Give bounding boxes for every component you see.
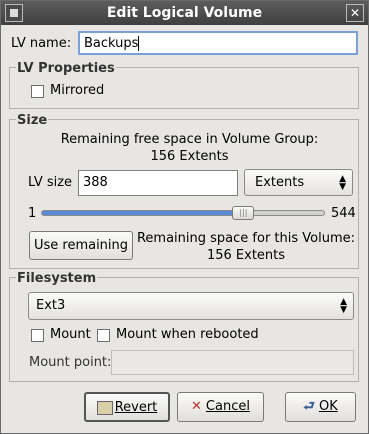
volume-remaining-text: Remaining space for this Volume: 156 Ext… <box>135 230 357 264</box>
revert-icon <box>96 400 113 415</box>
close-icon[interactable]: ✕ <box>346 4 364 22</box>
ok-button[interactable]: ⮐ OK <box>285 392 356 422</box>
size-slider-track[interactable] <box>41 210 325 216</box>
lv-name-label: LV name: <box>11 36 72 51</box>
mount-checkbox[interactable] <box>31 329 44 342</box>
revert-button[interactable]: Revert <box>84 392 170 422</box>
volume-remaining-line1: Remaining space for this Volume: <box>136 231 356 246</box>
mirrored-checkbox[interactable] <box>31 85 44 98</box>
window-menu-icon[interactable] <box>5 4 23 22</box>
combo-arrows-icon: ▲ ▼ <box>339 173 346 192</box>
vg-remaining-text: Remaining free space in Volume Group: 15… <box>11 131 368 165</box>
cancel-label: Cancel <box>205 399 250 414</box>
mount-when-rebooted-checkbox[interactable] <box>97 329 110 342</box>
combo-arrows-icon: ▲ ▼ <box>340 297 347 315</box>
volume-remaining-line2: 156 Extents <box>206 248 286 263</box>
slider-max-label: 544 <box>331 206 356 221</box>
mount-point-input[interactable] <box>111 350 354 375</box>
use-remaining-label: Use remaining <box>33 238 129 253</box>
mirrored-label: Mirrored <box>50 83 105 98</box>
vg-remaining-line1: Remaining free space in Volume Group: <box>60 132 319 147</box>
ok-label: OK <box>318 399 338 414</box>
unit-selected: Extents <box>255 175 305 190</box>
ok-icon: ⮐ <box>303 399 315 414</box>
size-title: Size <box>16 113 49 128</box>
vg-remaining-line2: 156 Extents <box>150 149 229 164</box>
lv-size-input[interactable]: 388 <box>78 170 238 196</box>
lv-properties-title: LV Properties <box>16 61 116 76</box>
dialog-window: Edit Logical Volume ✕ LV name: Backups L… <box>0 0 369 434</box>
filesystem-title: Filesystem <box>16 271 98 286</box>
window-title: Edit Logical Volume <box>106 5 263 21</box>
slider-min-label: 1 <box>28 206 37 221</box>
size-slider-fill <box>42 211 243 215</box>
mount-label: Mount <box>50 327 91 342</box>
filesystem-select[interactable]: Ext3 ▲ ▼ <box>28 292 354 320</box>
mount-when-rebooted-label: Mount when rebooted <box>116 327 259 342</box>
lv-size-value: 388 <box>83 175 108 190</box>
unit-select[interactable]: Extents ▲ ▼ <box>244 169 353 196</box>
cancel-button[interactable]: ✕ Cancel <box>177 392 264 422</box>
lv-name-value: Backups <box>84 36 139 51</box>
revert-label: Revert <box>114 400 158 415</box>
lv-size-label: LV size <box>28 175 73 190</box>
use-remaining-button[interactable]: Use remaining <box>29 231 133 260</box>
size-slider-thumb[interactable]: ||| <box>232 206 255 220</box>
lv-name-input[interactable]: Backups <box>78 31 358 55</box>
mount-point-label: Mount point: <box>29 355 112 370</box>
cancel-icon: ✕ <box>191 399 202 414</box>
title-bar[interactable]: Edit Logical Volume ✕ <box>1 1 368 25</box>
filesystem-selected: Ext3 <box>36 298 66 313</box>
